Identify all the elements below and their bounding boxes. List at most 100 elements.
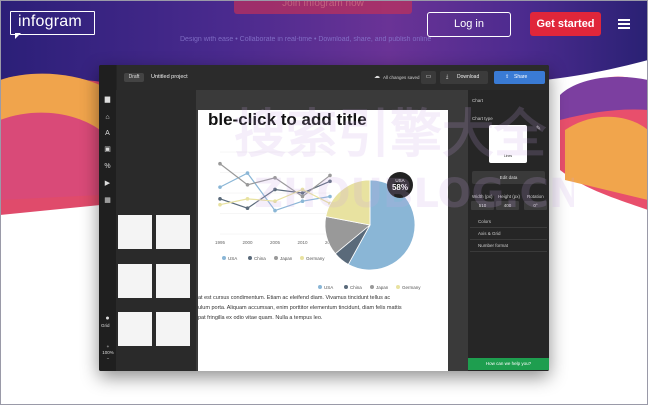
- canvas-page[interactable]: ble-click to add title 19952000200520102…: [198, 110, 448, 371]
- data-point: [300, 199, 305, 203]
- series-line: [219, 163, 331, 198]
- legend-swatch: [222, 256, 226, 260]
- hamburger-menu-icon[interactable]: [618, 19, 630, 29]
- legend-swatch: [248, 256, 252, 260]
- chart-type-label: Chart type: [472, 116, 493, 121]
- share-button[interactable]: ⇪ Share: [494, 71, 545, 84]
- chart-library-panel: [116, 90, 196, 371]
- data-point: [218, 161, 222, 166]
- logo-text: infogram: [18, 13, 82, 30]
- share-label: Share: [514, 74, 528, 80]
- chart-thumbnail[interactable]: [156, 264, 190, 298]
- ghost-cta: Join Infogram now: [234, 0, 412, 14]
- legend-swatch: [318, 285, 322, 289]
- legend-label: USA: [228, 256, 237, 261]
- panel-header: Chart: [472, 98, 484, 103]
- data-point: [300, 187, 305, 192]
- data-point: [300, 194, 305, 199]
- data-point: [273, 199, 277, 203]
- cloud-icon: ☁: [374, 74, 380, 80]
- body-line: pat fringilla ex odio vitae quam. Nulla …: [198, 315, 323, 321]
- data-point: [218, 202, 222, 207]
- colors-section[interactable]: Colors: [470, 216, 547, 228]
- data-point: [245, 206, 250, 211]
- width-label: Width (px): [472, 194, 493, 199]
- number-format-section[interactable]: Number format: [470, 240, 547, 252]
- legend-label: Germany: [402, 285, 421, 290]
- download-label: Download: [457, 74, 480, 80]
- axis-grid-section[interactable]: Axis & Grid: [470, 228, 547, 240]
- body-text[interactable]: at est cursus condimentum. Etiam ac elei…: [198, 293, 448, 323]
- height-label: Height (px): [498, 194, 521, 199]
- legend-swatch: [396, 285, 400, 289]
- highlight-value: 58%: [392, 183, 408, 192]
- rotation-input[interactable]: 0°: [524, 201, 547, 210]
- chart-thumbnail[interactable]: [118, 215, 152, 249]
- infogram-logo[interactable]: infogram: [10, 11, 95, 39]
- chart-thumbnail[interactable]: [156, 312, 190, 346]
- login-button[interactable]: Log in: [427, 12, 511, 37]
- data-point: [273, 175, 277, 180]
- tagline: Design with ease • Collaborate in real-t…: [180, 36, 432, 43]
- chart-thumbnail[interactable]: [118, 312, 152, 346]
- bars-icon[interactable]: ▦: [103, 196, 112, 205]
- chart-thumbnail[interactable]: [156, 215, 190, 249]
- zoom-control[interactable]: +100% −: [101, 344, 115, 362]
- data-point: [218, 185, 222, 189]
- body-line: ulum porta. Aliquam accumsan, enim portt…: [198, 305, 402, 311]
- image-icon[interactable]: ▣: [103, 145, 112, 154]
- data-point: [273, 208, 277, 213]
- data-point: [245, 183, 250, 187]
- get-started-button[interactable]: Get started: [530, 12, 601, 36]
- x-tick-label: 2010: [297, 240, 308, 245]
- landing-page: Join Infogram now infogram Design with e…: [0, 0, 648, 405]
- chart-icon[interactable]: ▆: [103, 95, 112, 104]
- text-icon[interactable]: A: [103, 129, 112, 138]
- x-tick-label: 1995: [215, 240, 226, 245]
- logo-speech-tail: [15, 33, 21, 39]
- tool-sidebar: ▆ ⌂ A ▣ % ▶ ▦ ● Grid +100% −: [99, 65, 116, 371]
- edit-type-icon[interactable]: ✎: [536, 125, 541, 132]
- project-name[interactable]: Untitled project: [151, 74, 188, 80]
- legend-swatch: [370, 285, 374, 289]
- chart-type-thumbnail[interactable]: Lines: [489, 125, 527, 163]
- zoom-level: 100%: [102, 350, 114, 355]
- edit-data-label: Edit data: [499, 175, 518, 180]
- share-icon: ⇪: [505, 74, 510, 80]
- chart-type-name: Lines: [503, 154, 513, 158]
- section-label: Axis & Grid: [478, 231, 501, 236]
- legend-label: China: [350, 285, 362, 290]
- section-label: Colors: [478, 219, 492, 224]
- draft-badge: Draft: [124, 73, 144, 82]
- editor-window: ▆ ⌂ A ▣ % ▶ ▦ ● Grid +100% − Draft Untitl…: [99, 65, 549, 371]
- width-input[interactable]: 510: [471, 201, 494, 210]
- data-point: [245, 197, 250, 201]
- height-input[interactable]: 400: [496, 201, 519, 210]
- video-icon[interactable]: ▶: [103, 179, 112, 188]
- percent-icon[interactable]: %: [103, 162, 112, 171]
- properties-panel: Chart Chart type ✎ Lines Edit data Width…: [468, 90, 549, 371]
- download-button[interactable]: ⤓ Download: [440, 71, 488, 84]
- canvas-title[interactable]: ble-click to add title: [208, 110, 367, 130]
- data-point: [273, 187, 277, 192]
- legend-label: Japan: [376, 285, 389, 290]
- preview-icon[interactable]: ▭: [421, 71, 436, 84]
- grid-toggle-icon[interactable]: ●: [103, 314, 112, 323]
- section-label: Number format: [478, 243, 509, 248]
- pie-chart[interactable]: USA58%USA China Japan Germany: [318, 170, 428, 305]
- x-tick-label: 2000: [242, 240, 253, 245]
- editor-topbar: Draft Untitled project ☁ All changes sav…: [117, 65, 549, 90]
- legend-label: China: [254, 256, 266, 261]
- legend-swatch: [300, 256, 304, 260]
- download-icon: ⤓: [446, 74, 449, 80]
- help-button[interactable]: How can we help you?: [468, 358, 549, 370]
- map-icon[interactable]: ⌂: [103, 113, 112, 122]
- rotation-label: Rotation: [527, 194, 544, 199]
- edit-data-button[interactable]: Edit data: [472, 171, 545, 184]
- save-status: All changes saved: [383, 75, 420, 80]
- data-point: [300, 191, 305, 195]
- canvas-area: ble-click to add title 19952000200520102…: [196, 90, 468, 371]
- legend-swatch: [274, 256, 278, 260]
- chart-thumbnail[interactable]: [118, 264, 152, 298]
- legend-label: Japan: [280, 256, 293, 261]
